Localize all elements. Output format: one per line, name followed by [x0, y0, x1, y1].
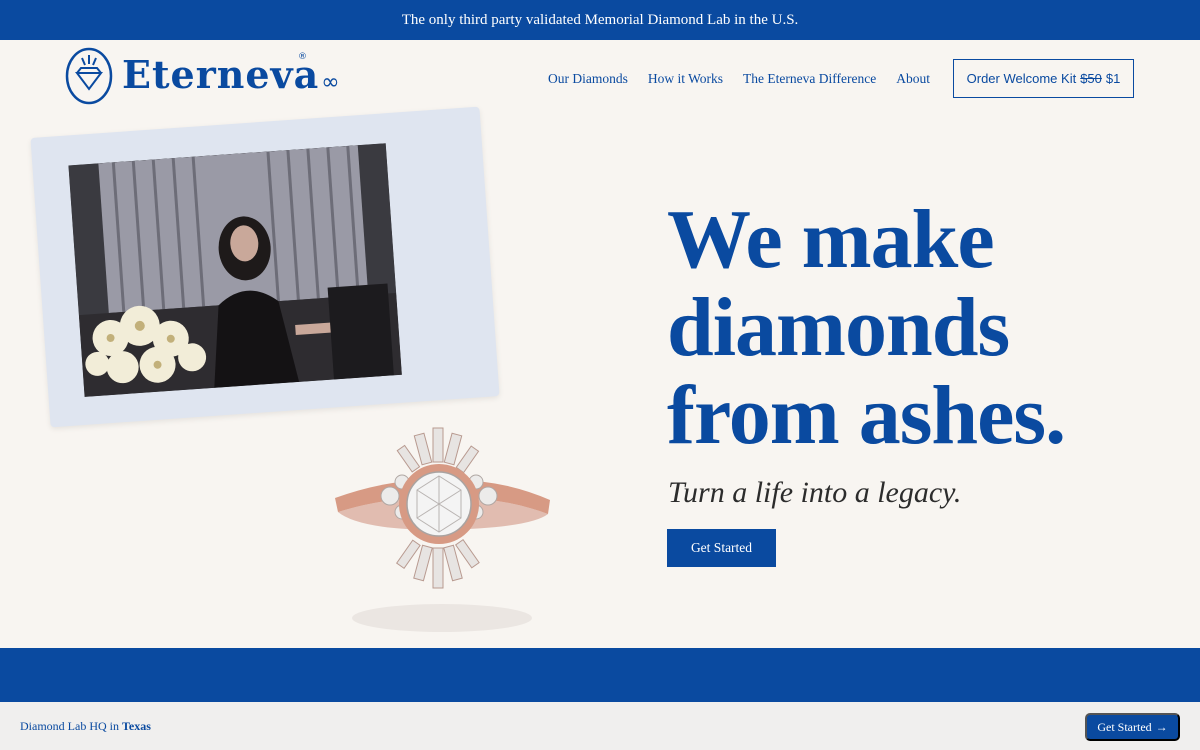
infinity-icon: ∞	[321, 69, 340, 95]
announcement-banner: The only third party validated Memorial …	[0, 0, 1200, 40]
nav-our-diamonds[interactable]: Our Diamonds	[548, 71, 628, 87]
hero-title-line-2: diamonds	[667, 281, 1010, 374]
lab-location-state: Texas	[121, 719, 151, 733]
hero-tagline: Turn a life into a legacy.	[668, 476, 962, 509]
site-header: Eterneva ® ∞ Our Diamonds How it Works T…	[0, 40, 1200, 118]
main-nav: Our Diamonds How it Works The Eterneva D…	[548, 71, 950, 87]
footer-cta-label: Get Started	[1097, 719, 1152, 734]
sticky-footer-bar: Diamond Lab HQ in Texas Get Started →	[0, 702, 1200, 750]
get-started-button[interactable]: Get Started	[667, 529, 776, 567]
nav-how-it-works[interactable]: How it Works	[648, 71, 723, 87]
order-old-price: $50	[1080, 71, 1102, 86]
registered-mark: ®	[298, 52, 307, 62]
ring-illustration	[335, 427, 550, 632]
banner-text: The only third party validated Memorial …	[401, 11, 799, 28]
order-label: Order Welcome Kit	[966, 71, 1077, 86]
hero-title-line-3: from ashes.	[667, 369, 1066, 462]
blue-section-band	[0, 648, 1200, 702]
footer-get-started-button[interactable]: Get Started →	[1085, 713, 1180, 741]
logo[interactable]: Eterneva ® ∞	[65, 47, 340, 105]
photo-illustration	[68, 143, 402, 397]
diamond-badge-icon	[65, 47, 113, 105]
lab-location: Diamond Lab HQ in Texas	[20, 719, 151, 734]
memorial-photo	[68, 143, 402, 397]
brand-name: Eterneva	[122, 51, 320, 97]
nav-eterneva-difference[interactable]: The Eterneva Difference	[743, 71, 876, 87]
arrow-right-icon: →	[1155, 719, 1168, 734]
order-new-price: $1	[1105, 71, 1121, 86]
nav-about[interactable]: About	[896, 71, 930, 87]
order-welcome-kit-button[interactable]: Order Welcome Kit $50 $1	[953, 59, 1134, 98]
hero-title: We make diamonds from ashes.	[667, 196, 1147, 460]
hero-title-line-1: We make	[667, 193, 995, 286]
diamond-ring-image	[330, 418, 555, 640]
lab-location-prefix: Diamond Lab HQ in	[20, 719, 119, 733]
polaroid-photo	[30, 106, 500, 428]
